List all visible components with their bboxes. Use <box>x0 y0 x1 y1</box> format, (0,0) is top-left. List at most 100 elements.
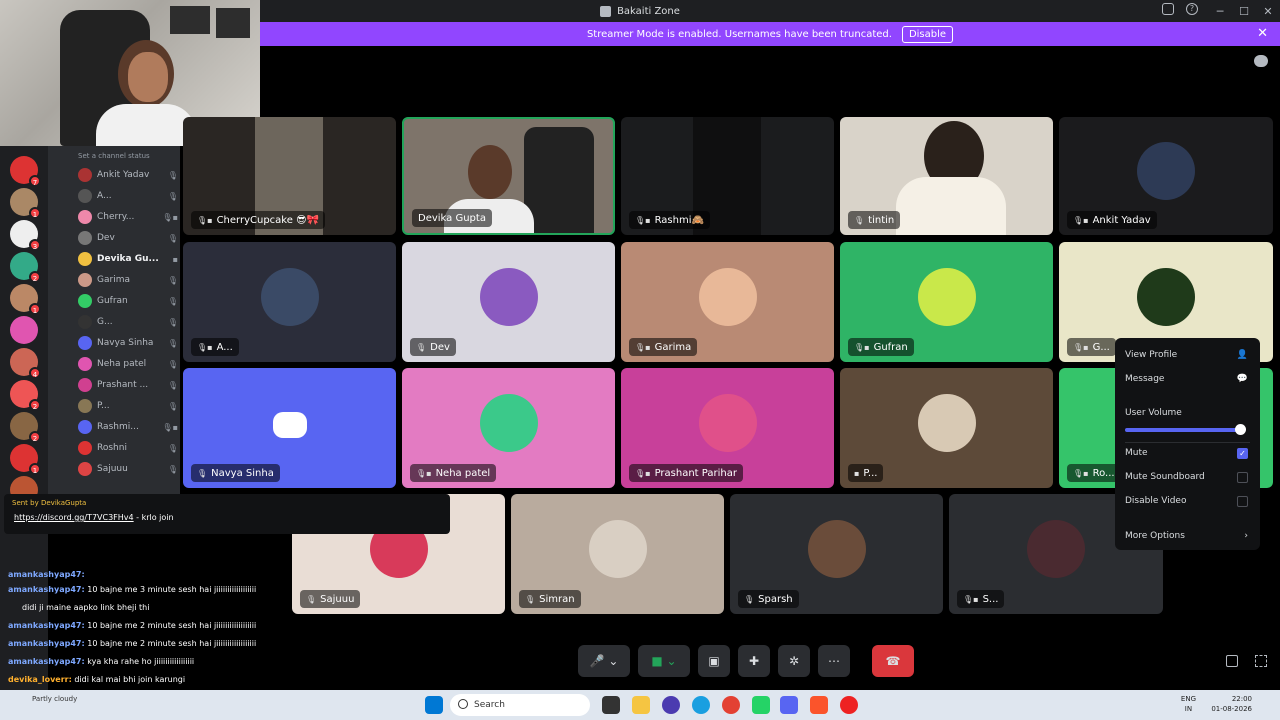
mute-checkbox[interactable]: ✓ <box>1237 447 1248 459</box>
voice-user[interactable]: Roshni 🎙 <box>78 439 178 457</box>
voice-user[interactable]: A... 🎙 <box>78 187 178 205</box>
start-button[interactable] <box>425 696 443 714</box>
voice-user[interactable]: Devika Gu... ▪ <box>78 250 178 268</box>
voice-user[interactable]: Navya Sinha 🎙 <box>78 334 178 352</box>
voice-user[interactable]: Garima 🎙 <box>78 271 178 289</box>
fullscreen-icon[interactable] <box>1255 655 1267 667</box>
more-button[interactable]: ⋯ <box>818 645 850 677</box>
voice-user[interactable]: G... 🎙 <box>78 313 178 331</box>
chat-icon[interactable] <box>1254 55 1268 67</box>
camera-button[interactable]: ■ ⌄ <box>638 645 690 677</box>
server-icon[interactable]: 3 <box>10 220 41 251</box>
file-explorer-icon[interactable] <box>632 696 650 714</box>
video-tile[interactable]: 🎙▪ A... <box>183 242 396 362</box>
chrome-icon[interactable] <box>722 696 740 714</box>
server-icon[interactable]: 4 <box>10 348 41 379</box>
voice-user[interactable]: Dev 🎙 <box>78 229 178 247</box>
system-tray[interactable]: ENG IN 22:00 01-08-2026 <box>1181 694 1252 714</box>
video-tile[interactable]: 🎙 Navya Sinha <box>183 368 396 488</box>
volume-slider-handle[interactable] <box>1235 424 1246 435</box>
disable-button[interactable]: Disable <box>901 25 954 43</box>
screen-share-button[interactable]: ▣ <box>698 645 730 677</box>
server-icon[interactable]: 2 <box>10 252 41 283</box>
server-icon[interactable]: 1 <box>10 444 41 475</box>
disable-video-item[interactable]: Disable Video <box>1125 492 1248 510</box>
participant-name: 🎙▪ Garima <box>629 338 698 356</box>
more-options-item[interactable]: More Options › <box>1125 527 1248 545</box>
chat-line: didi ji maine aapko link bheji thi <box>22 603 150 612</box>
activities-button[interactable]: ✚ <box>738 645 770 677</box>
leave-call-button[interactable]: ☎ <box>872 645 914 677</box>
participant-name: 🎙▪ G... <box>1067 338 1116 356</box>
task-view-icon[interactable] <box>602 696 620 714</box>
mute-soundboard-checkbox[interactable] <box>1237 471 1248 483</box>
popout-icon[interactable] <box>1226 655 1238 667</box>
voice-user[interactable]: Sajuuu 🎙 <box>78 460 178 478</box>
voice-user[interactable]: Cherry... 🎙▪ <box>78 208 178 226</box>
streamer-mode-banner: Streamer Mode is enabled. Usernames have… <box>260 22 1280 46</box>
voice-user[interactable]: Rashmi... 🎙▪ <box>78 418 178 436</box>
video-tile[interactable]: 🎙▪ Ankit Yadav <box>1059 117 1273 235</box>
disable-video-checkbox[interactable] <box>1237 495 1248 507</box>
mute-item[interactable]: Mute ✓ <box>1125 444 1248 462</box>
language-indicator[interactable]: ENG IN <box>1181 694 1196 714</box>
weather-widget[interactable]: Partly cloudy <box>32 694 77 704</box>
voice-channel-list: Set a channel status Ankit Yadav 🎙 A... 🎙 … <box>48 140 180 500</box>
user-volume-slider[interactable] <box>1125 428 1243 432</box>
avatar <box>698 268 757 326</box>
voice-user[interactable]: P... 🎙 <box>78 397 178 415</box>
menu-divider <box>1125 442 1250 443</box>
message-icon: 💬 <box>1236 374 1248 384</box>
view-profile-item[interactable]: View Profile 👤 <box>1125 346 1248 364</box>
microphone-button[interactable]: 🎤 ⌄ <box>578 645 630 677</box>
participant-name: 🎙▪ CherryCupcake 😎🎀 <box>191 211 325 229</box>
server-icon[interactable]: 7 <box>10 156 41 187</box>
video-tile[interactable]: 🎙▪ CherryCupcake 😎🎀 <box>183 117 396 235</box>
video-tile[interactable]: 🎙▪ Neha patel <box>402 368 615 488</box>
server-icon[interactable]: 2 <box>10 380 41 411</box>
server-icon[interactable]: 1 <box>10 284 41 315</box>
server-icon[interactable] <box>10 316 38 344</box>
close-window-button[interactable]: ✕ <box>1256 5 1280 18</box>
brave-icon[interactable] <box>810 696 828 714</box>
voice-user[interactable]: Gufran 🎙 <box>78 292 178 310</box>
voice-user[interactable]: Ankit Yadav 🎙 <box>78 166 178 184</box>
video-tile[interactable]: 🎙▪ Rashmi🙈 <box>621 117 834 235</box>
taskbar-search[interactable]: Search <box>450 694 590 716</box>
voice-user[interactable]: Prashant ... 🎙 <box>78 376 178 394</box>
participant-name: 🎙 Sparsh <box>738 590 799 608</box>
video-tile[interactable]: 🎙 Simran <box>511 494 724 614</box>
video-tile[interactable]: 🎙 Sparsh <box>730 494 943 614</box>
app-icon[interactable] <box>840 696 858 714</box>
mute-soundboard-item[interactable]: Mute Soundboard <box>1125 468 1248 486</box>
app-icon[interactable] <box>662 696 680 714</box>
inbox-icon[interactable] <box>1162 3 1174 15</box>
video-tile[interactable]: 🎙 tintin <box>840 117 1053 235</box>
video-tile[interactable]: 🎙▪ Gufran <box>840 242 1053 362</box>
server-icon[interactable]: 1 <box>10 188 41 219</box>
video-tile[interactable]: 🎙▪ Garima <box>621 242 834 362</box>
message-item[interactable]: Message 💬 <box>1125 370 1248 388</box>
channel-status[interactable]: Set a channel status <box>78 152 150 160</box>
maximize-button[interactable]: ☐ <box>1232 5 1256 18</box>
help-icon[interactable]: ? <box>1186 3 1198 15</box>
window-title: Bakaiti Zone <box>617 5 680 17</box>
voice-user[interactable]: Neha patel 🎙 <box>78 355 178 373</box>
soundboard-button[interactable]: ✲ <box>778 645 810 677</box>
close-icon[interactable]: ✕ <box>1257 26 1268 41</box>
stream-chat: amankashyap47: amankashyap47: 10 bajne m… <box>0 492 460 692</box>
participant-name: 🎙▪ Ankit Yadav <box>1067 211 1157 229</box>
discord-icon[interactable] <box>780 696 798 714</box>
server-icon[interactable]: 2 <box>10 412 41 443</box>
clock-date: 01-08-2026 <box>1211 705 1252 713</box>
video-tile[interactable]: Devika Gupta <box>402 117 615 235</box>
participant-name: 🎙▪ Neha patel <box>410 464 497 482</box>
video-tile[interactable]: ▪ P... <box>840 368 1053 488</box>
minimize-button[interactable]: ─ <box>1208 5 1232 18</box>
video-tile[interactable]: 🎙▪ Prashant Parihar <box>621 368 834 488</box>
edge-icon[interactable] <box>692 696 710 714</box>
participant-name: Devika Gupta <box>412 209 492 227</box>
chevron-right-icon: › <box>1244 531 1248 541</box>
video-tile[interactable]: 🎙 Dev <box>402 242 615 362</box>
whatsapp-icon[interactable] <box>752 696 770 714</box>
